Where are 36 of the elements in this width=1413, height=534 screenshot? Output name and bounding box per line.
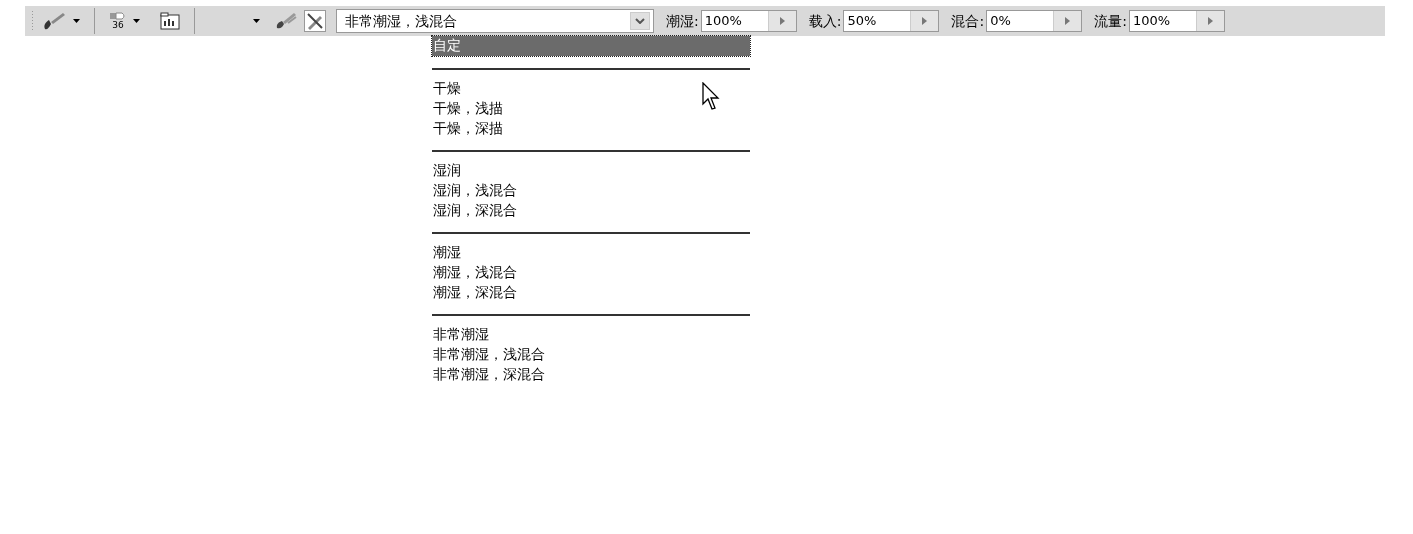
caret-icon[interactable] <box>73 19 80 23</box>
brush-panel-icon[interactable] <box>160 12 180 30</box>
caret-icon[interactable] <box>253 19 260 23</box>
dropdown-item[interactable]: 潮湿，浅混合 <box>432 263 750 283</box>
dropdown-item[interactable]: 湿润，浅混合 <box>432 181 750 201</box>
load-brush-icon[interactable] <box>274 11 298 31</box>
input-field[interactable]: 50% <box>843 10 940 32</box>
field-label: 潮湿: <box>666 11 699 31</box>
brush-size-label: 36 <box>112 20 124 30</box>
dropdown-item[interactable]: 潮湿 <box>432 243 750 263</box>
arrow-right-icon[interactable] <box>779 17 785 25</box>
dropdown-item[interactable]: 干燥，浅描 <box>432 99 750 119</box>
dropdown-item[interactable]: 干燥 <box>432 79 750 99</box>
field-label: 载入: <box>808 11 842 31</box>
arrow-right-icon[interactable] <box>922 17 928 25</box>
field-label: 流量: <box>1094 11 1127 31</box>
caret-icon[interactable] <box>133 19 140 23</box>
dropdown-item[interactable]: 湿润 <box>432 161 750 181</box>
dropdown-item[interactable]: 干燥，深描 <box>432 119 750 139</box>
input-field[interactable]: 100% <box>1128 10 1225 32</box>
brush-preset-button[interactable]: 36 <box>109 12 127 30</box>
brush-tip-icon <box>109 12 127 20</box>
dropdown-item[interactable]: 非常潮湿，深混合 <box>432 365 750 385</box>
dropdown-item[interactable]: 潮湿，深混合 <box>432 283 750 303</box>
dropdown-item[interactable]: 湿润，深混合 <box>432 201 750 221</box>
mode-dropdown[interactable]: 非常潮湿，浅混合 <box>336 9 654 33</box>
arrow-right-icon[interactable] <box>1207 17 1213 25</box>
arrow-right-icon[interactable] <box>1065 17 1071 25</box>
input-field[interactable]: 0% <box>986 10 1083 32</box>
chevron-down-icon[interactable] <box>635 18 645 24</box>
dropdown-item[interactable]: 非常潮湿 <box>432 325 750 345</box>
dropdown-item[interactable]: 非常潮湿，浅混合 <box>432 345 750 365</box>
mouse-cursor-icon <box>702 82 722 112</box>
dropdown-item[interactable]: 自定 <box>432 36 750 56</box>
field-label: 混合: <box>951 11 985 31</box>
input-field[interactable]: 100% <box>700 10 797 32</box>
